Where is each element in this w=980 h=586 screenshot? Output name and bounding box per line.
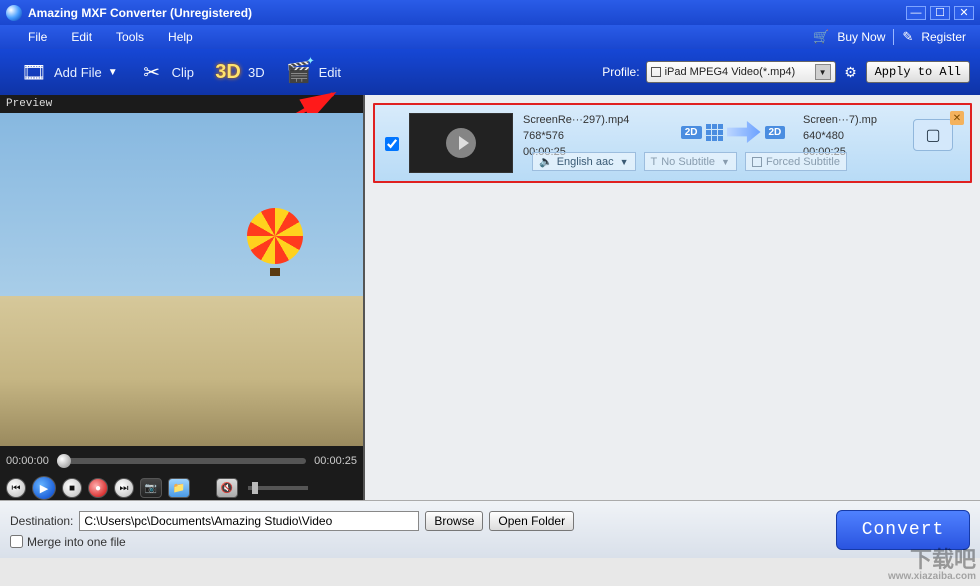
clapper-icon: [285, 58, 313, 86]
main-area: Preview 00:00:00 00:00:25 ⏮ ▶ ■ ● ⏭ 📷 📁 …: [0, 95, 980, 500]
chevron-down-icon: ▼: [721, 157, 730, 167]
bottom-bar: Destination: Browse Open Folder Merge in…: [0, 500, 980, 558]
subtitle-label: No Subtitle: [661, 156, 715, 168]
forced-subtitle-label: Forced Subtitle: [766, 156, 840, 168]
destination-input[interactable]: [79, 511, 419, 531]
play-button[interactable]: ▶: [32, 476, 56, 500]
menu-file[interactable]: File: [28, 30, 47, 44]
dest-resolution: 640*480: [803, 129, 903, 145]
dst-2d-badge: 2D: [765, 126, 786, 139]
watermark-url: www.xiazaiba.com: [888, 572, 976, 583]
3d-label: 3D: [248, 65, 265, 80]
checkbox-icon: [752, 157, 762, 167]
tablet-icon[interactable]: ▢: [913, 119, 953, 151]
gear-icon[interactable]: ⚙: [842, 63, 860, 81]
stop-button[interactable]: ■: [62, 478, 82, 498]
time-current: 00:00:00: [6, 455, 49, 467]
film-icon: [20, 58, 48, 86]
volume-slider[interactable]: [248, 486, 308, 490]
audio-track-select[interactable]: 🔈 English aac ▼: [532, 152, 636, 171]
merge-label: Merge into one file: [27, 535, 126, 549]
menu-separator: [893, 29, 894, 45]
toolbar: Add File ▼ Clip 3D 3D Edit Profile: iPad…: [0, 49, 980, 95]
src-2d-badge: 2D: [681, 126, 702, 139]
buy-now-link[interactable]: Buy Now: [837, 30, 885, 44]
subtitle-row: 🔈 English aac ▼ T No Subtitle ▼ Forced S…: [532, 152, 847, 171]
file-thumbnail[interactable]: [409, 113, 513, 173]
minimize-button[interactable]: —: [906, 6, 926, 20]
preview-title: Preview: [0, 95, 363, 113]
text-icon: T: [651, 156, 658, 168]
app-icon: [6, 5, 22, 21]
apply-to-all-button[interactable]: Apply to All: [866, 61, 970, 83]
scissors-icon: [138, 58, 166, 86]
menu-tools[interactable]: Tools: [116, 30, 144, 44]
chevron-down-icon: ▼: [108, 67, 118, 78]
prev-button[interactable]: ⏮: [6, 478, 26, 498]
menu-edit[interactable]: Edit: [71, 30, 92, 44]
clip-button[interactable]: Clip: [128, 52, 204, 92]
profile-select[interactable]: iPad MPEG4 Video(*.mp4) ▼: [646, 61, 836, 83]
chevron-down-icon[interactable]: ▼: [815, 64, 831, 80]
title-bar: Amazing MXF Converter (Unregistered) — ☐…: [0, 0, 980, 25]
source-filename: ScreenRe···297).mp4: [523, 113, 663, 129]
conversion-arrow: 2D 2D: [673, 121, 793, 143]
window-controls: — ☐ ✕: [906, 6, 974, 20]
remove-item-button[interactable]: ✕: [950, 111, 964, 125]
3d-icon: 3D: [214, 58, 242, 86]
edit-label: Edit: [319, 65, 341, 80]
destination-label: Destination:: [10, 514, 73, 528]
pencil-icon: ✎: [902, 29, 913, 45]
file-list-pane: ScreenRe···297).mp4 768*576 00:00:25 2D …: [365, 95, 980, 500]
balloon-graphic: [247, 208, 303, 276]
arrow-icon: [727, 121, 761, 143]
next-button[interactable]: ⏭: [114, 478, 134, 498]
menu-bar: File Edit Tools Help 🛒 Buy Now ✎ Registe…: [0, 25, 980, 49]
preview-video[interactable]: [0, 113, 363, 446]
preview-controls: 00:00:00 00:00:25 ⏮ ▶ ■ ● ⏭ 📷 📁 🔇: [0, 446, 363, 500]
chevron-down-icon: ▼: [620, 157, 629, 167]
play-icon: [459, 136, 469, 150]
browse-button[interactable]: Browse: [425, 511, 483, 531]
add-file-button[interactable]: Add File ▼: [10, 52, 128, 92]
merge-row[interactable]: Merge into one file: [10, 535, 574, 549]
edit-button[interactable]: Edit: [275, 52, 351, 92]
file-item-checkbox[interactable]: [385, 137, 399, 151]
file-item: ScreenRe···297).mp4 768*576 00:00:25 2D …: [373, 103, 972, 183]
preview-pane: Preview 00:00:00 00:00:25 ⏮ ▶ ■ ● ⏭ 📷 📁 …: [0, 95, 365, 500]
cart-icon: 🛒: [813, 29, 829, 45]
timeline-slider[interactable]: [57, 458, 306, 464]
3d-button[interactable]: 3D 3D: [204, 52, 275, 92]
add-file-label: Add File: [54, 65, 102, 80]
grid-icon: [706, 124, 723, 141]
open-folder-button[interactable]: Open Folder: [489, 511, 574, 531]
maximize-button[interactable]: ☐: [930, 6, 950, 20]
profile-label: Profile:: [602, 65, 639, 79]
register-link[interactable]: Register: [921, 30, 966, 44]
menu-help[interactable]: Help: [168, 30, 193, 44]
convert-button[interactable]: Convert: [836, 510, 970, 550]
snapshot-button[interactable]: 📷: [140, 478, 162, 498]
window-title: Amazing MXF Converter (Unregistered): [28, 6, 252, 20]
time-total: 00:00:25: [314, 455, 357, 467]
profile-value: iPad MPEG4 Video(*.mp4): [665, 66, 796, 78]
subtitle-select[interactable]: T No Subtitle ▼: [644, 152, 737, 171]
source-resolution: 768*576: [523, 129, 663, 145]
speaker-icon: 🔈: [539, 155, 553, 168]
clip-label: Clip: [172, 65, 194, 80]
mute-button[interactable]: 🔇: [216, 478, 238, 498]
snapshot-folder-button[interactable]: 📁: [168, 478, 190, 498]
record-button[interactable]: ●: [88, 478, 108, 498]
close-button[interactable]: ✕: [954, 6, 974, 20]
dest-filename: Screen···7).mp: [803, 113, 903, 129]
device-icon: [651, 67, 661, 77]
audio-track-label: English aac: [557, 156, 614, 168]
merge-checkbox[interactable]: [10, 535, 23, 548]
forced-subtitle-toggle[interactable]: Forced Subtitle: [745, 152, 847, 171]
